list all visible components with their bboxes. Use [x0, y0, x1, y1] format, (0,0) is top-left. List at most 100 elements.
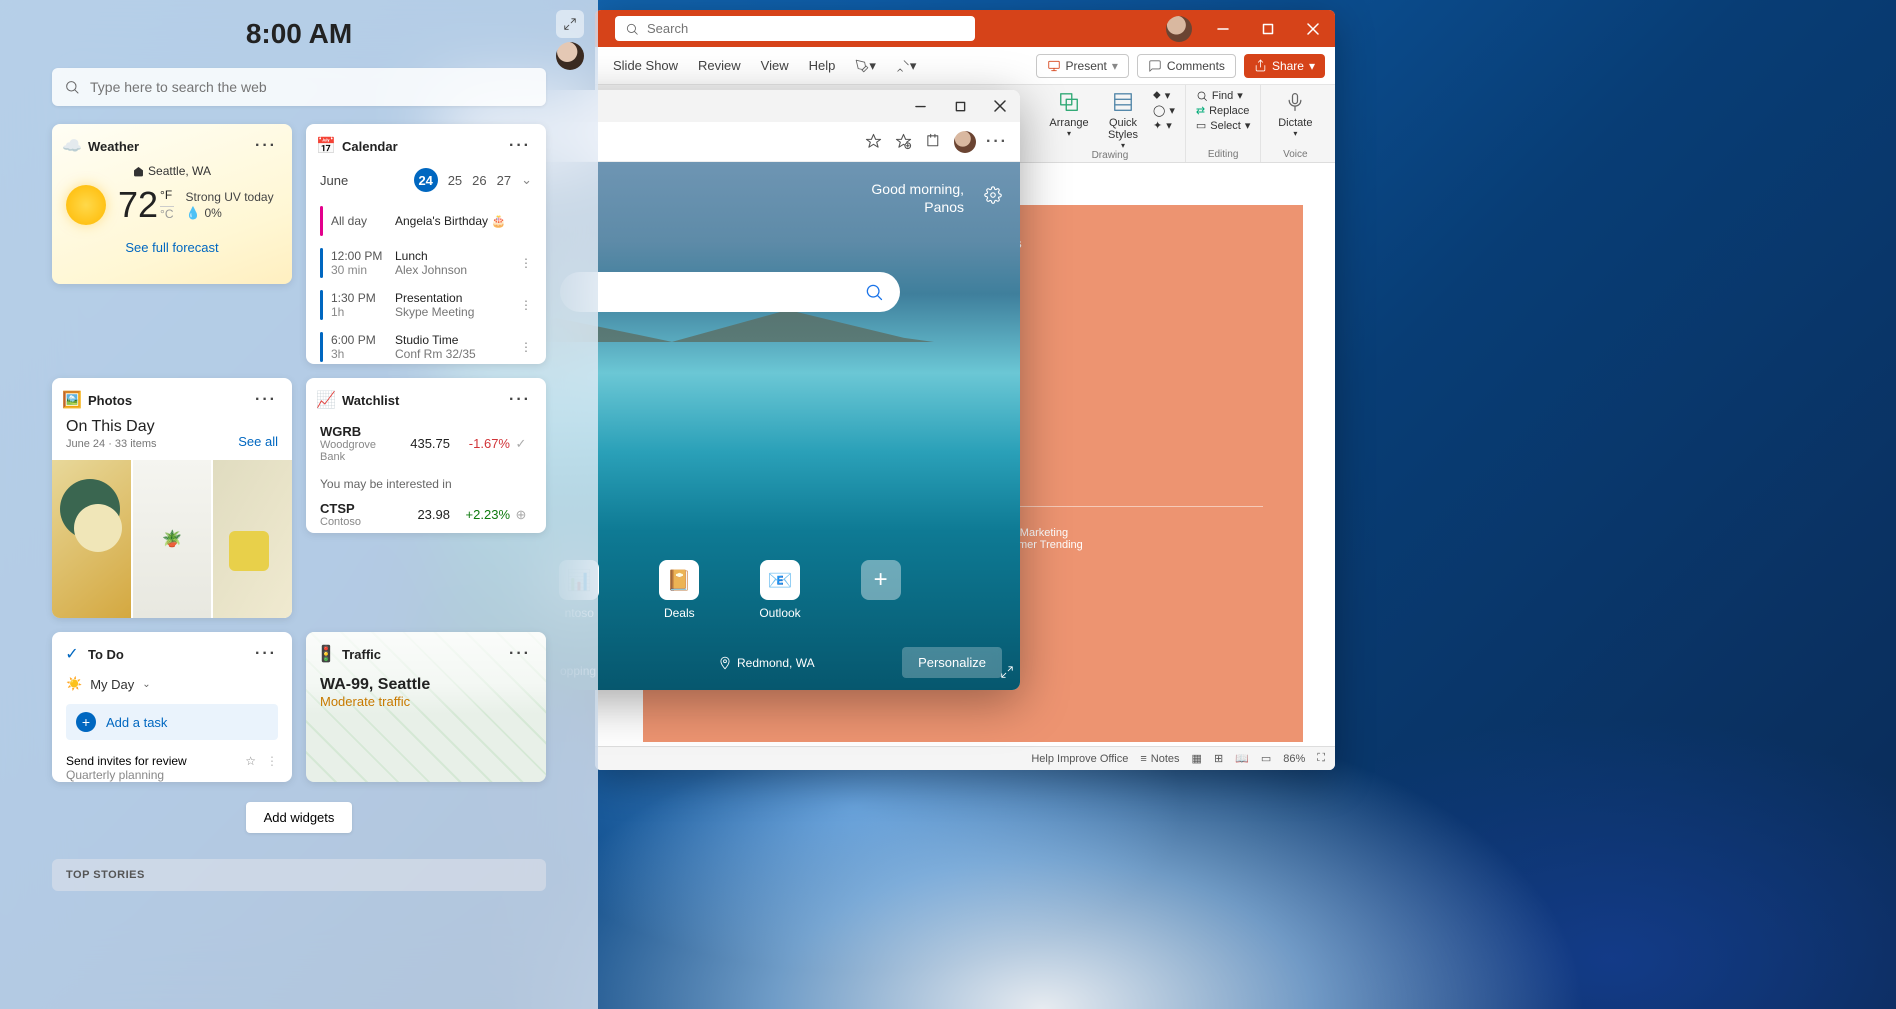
calendar-month: June [320, 173, 348, 188]
stock-check-icon[interactable]: ✓ [510, 436, 532, 452]
edge-ntp-search[interactable] [560, 272, 900, 312]
stock-add-icon[interactable]: ⊕ [510, 507, 532, 523]
widgets-search-input[interactable] [90, 79, 534, 95]
widget-more-button[interactable]: ··· [506, 642, 534, 666]
edge-menu-icon[interactable]: ··· [988, 133, 1006, 151]
event-more-icon[interactable]: ⋮ [516, 340, 536, 354]
quick-styles-button[interactable]: Quick Styles▾ [1099, 89, 1147, 150]
event-title: LunchAlex Johnson [395, 249, 508, 277]
task-item[interactable]: Send invites for review Quarterly planni… [52, 748, 292, 782]
traffic-route: WA-99, Seattle [306, 672, 546, 694]
event-more-icon[interactable]: ⋮ [516, 256, 536, 270]
arrange-button[interactable]: Arrange▾ [1045, 89, 1093, 138]
view-normal-button[interactable]: ▦ [1192, 752, 1202, 765]
task-more-icon[interactable]: ⋮ [266, 754, 278, 782]
widget-more-button[interactable]: ··· [252, 134, 280, 158]
edge-maximize-button[interactable] [940, 90, 980, 122]
tile-outlook[interactable]: 📧Outlook [759, 560, 800, 620]
draw-button[interactable]: ▾ [886, 47, 927, 84]
view-reading-button[interactable]: 📖 [1235, 752, 1249, 765]
widget-more-button[interactable]: ··· [506, 388, 534, 412]
shape-effects-button[interactable]: ✦▾ [1153, 119, 1175, 132]
edge-settings-icon[interactable] [984, 186, 1002, 209]
photo-thumbnail[interactable] [52, 460, 131, 618]
add-task-button[interactable]: + Add a task [66, 704, 278, 740]
calendar-day[interactable]: 26 [472, 173, 486, 188]
todo-widget[interactable]: ✓ To Do ··· ☀️ My Day ⌄ + Add a task Sen… [52, 632, 292, 782]
tab-slideshow[interactable]: Slide Show [603, 47, 688, 84]
watchlist-icon: 📈 [318, 392, 334, 408]
edge-location[interactable]: Redmond, WA [718, 656, 815, 670]
ink-button[interactable]: ▾ [845, 47, 886, 84]
select-button[interactable]: ▭Select ▾ [1196, 119, 1251, 132]
photo-thumbnail[interactable]: 🪴 [133, 460, 212, 618]
shape-fill-button[interactable]: ⬥▾ [1153, 89, 1175, 102]
add-widgets-button[interactable]: Add widgets [246, 802, 353, 833]
shape-outline-button[interactable]: ◯▾ [1153, 104, 1175, 117]
tile-add[interactable]: + [861, 560, 901, 620]
todo-icon: ✓ [64, 646, 80, 662]
stock-row[interactable]: CTSPContoso 23.98 +2.23% ⊕ [306, 495, 546, 533]
widget-more-button[interactable]: ··· [252, 388, 280, 412]
comments-button[interactable]: Comments [1137, 54, 1236, 78]
ppt-search-box[interactable] [615, 16, 975, 41]
widgets-search-box[interactable] [52, 68, 546, 106]
weather-widget[interactable]: ☁️ Weather ··· Seattle, WA 72 °F °C [52, 124, 292, 284]
calendar-day[interactable]: 24 [414, 168, 438, 192]
dictate-button[interactable]: Dictate▾ [1271, 89, 1319, 138]
photos-see-all-link[interactable]: See all [238, 434, 278, 449]
edge-profile-avatar[interactable] [954, 131, 976, 153]
fit-to-window-button[interactable]: ⛶ [1317, 752, 1325, 765]
photo-strip[interactable]: 🪴 [52, 460, 292, 618]
ppt-search-input[interactable] [647, 21, 965, 36]
widget-more-button[interactable]: ··· [252, 642, 280, 666]
replace-button[interactable]: ⇄Replace [1196, 104, 1251, 117]
task-star-icon[interactable]: ☆ [245, 754, 256, 782]
tab-view[interactable]: View [751, 47, 799, 84]
widget-more-button[interactable]: ··· [506, 134, 534, 158]
edge-minimize-button[interactable] [900, 90, 940, 122]
present-button[interactable]: Present ▾ [1036, 54, 1129, 78]
calendar-event[interactable]: 6:00 PM3hStudio TimeConf Rm 32/35⋮ [320, 326, 536, 364]
personalize-button[interactable]: Personalize [902, 647, 1002, 678]
photos-icon: 🖼️ [64, 392, 80, 408]
calendar-day[interactable]: 27 [497, 173, 511, 188]
calendar-day[interactable]: 25 [448, 173, 462, 188]
stock-row[interactable]: WGRBWoodgrove Bank 435.75 -1.67% ✓ [306, 418, 546, 469]
collections-icon[interactable] [924, 133, 942, 151]
zoom-level[interactable]: 86% [1283, 753, 1305, 765]
find-button[interactable]: Find ▾ [1196, 89, 1251, 102]
calendar-event[interactable]: 1:30 PM1hPresentationSkype Meeting⋮ [320, 284, 536, 326]
tab-help[interactable]: Help [799, 47, 846, 84]
tab-review[interactable]: Review [688, 47, 751, 84]
view-sorter-button[interactable]: ⊞ [1214, 752, 1223, 765]
calendar-event[interactable]: All dayAngela's Birthday 🎂 [320, 200, 536, 242]
ppt-account-avatar[interactable] [1166, 16, 1192, 42]
favorites-add-icon[interactable] [894, 133, 912, 151]
notes-button[interactable]: ≡Notes [1140, 753, 1179, 765]
photo-thumbnail[interactable] [213, 460, 292, 618]
event-more-icon[interactable]: ⋮ [516, 298, 536, 312]
edge-close-button[interactable] [980, 90, 1020, 122]
watchlist-widget[interactable]: 📈 Watchlist ··· WGRBWoodgrove Bank 435.7… [306, 378, 546, 533]
edge-expand-icon[interactable] [1000, 665, 1014, 684]
widgets-expand-button[interactable] [556, 10, 584, 38]
maximize-button[interactable] [1245, 10, 1290, 47]
calendar-more-days[interactable]: ⌄ [521, 172, 532, 188]
widgets-profile-avatar[interactable] [556, 42, 584, 70]
see-forecast-link[interactable]: See full forecast [66, 240, 278, 255]
view-slideshow-button[interactable]: ▭ [1261, 752, 1271, 765]
calendar-widget[interactable]: 📅 Calendar ··· June 24 25 26 27 ⌄ All da… [306, 124, 546, 364]
tile-deals[interactable]: 📔Deals [659, 560, 699, 620]
help-improve-office[interactable]: Help Improve Office [1031, 753, 1128, 765]
share-button[interactable]: Share ▾ [1244, 54, 1325, 78]
calendar-event[interactable]: 12:00 PM30 minLunchAlex Johnson⋮ [320, 242, 536, 284]
location-icon [718, 656, 732, 670]
event-color-bar [320, 332, 323, 362]
my-day-dropdown[interactable]: ☀️ My Day ⌄ [52, 672, 292, 700]
close-button[interactable] [1290, 10, 1335, 47]
favorites-icon[interactable] [864, 133, 882, 151]
traffic-widget[interactable]: 🚦 Traffic ··· WA-99, Seattle Moderate tr… [306, 632, 546, 782]
photos-widget[interactable]: 🖼️ Photos ··· On This Day June 24 · 33 i… [52, 378, 292, 618]
minimize-button[interactable] [1200, 10, 1245, 47]
